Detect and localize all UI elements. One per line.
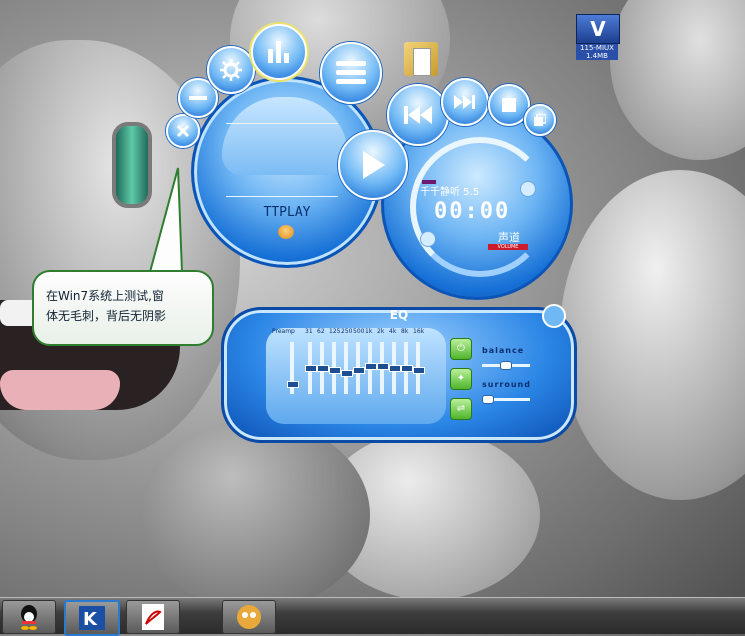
annotation-bubble: 在Win7系统上测试,窗 体无毛刺，背后无阴影: [32, 270, 214, 346]
eq-panel: EQ Preamp 31 62 125 250 500 1k 2k 4k 8k 16k ⏻ ✦ ⇌…: [221, 304, 577, 443]
eq-band-slider-16k-knob[interactable]: [413, 367, 425, 374]
eq-band-label: 16k: [413, 328, 425, 335]
taskbar: K: [0, 597, 745, 636]
eq-band-slider-125-knob[interactable]: [329, 367, 341, 374]
wallpaper-shape: [140, 420, 370, 597]
bubble-line-1: 在Win7系统上测试,窗: [46, 289, 164, 303]
settings-button[interactable]: [207, 46, 255, 94]
eq-band-slider-2k-knob[interactable]: [377, 363, 389, 370]
eq-band-slider-8k[interactable]: [401, 342, 413, 394]
equalizer-icon: [268, 41, 289, 63]
eq-band-slider-2k[interactable]: [377, 342, 389, 394]
bubble-line-2: 体无毛刺，背后无阴影: [46, 309, 167, 323]
previous-icon: [404, 106, 432, 124]
eq-band-label: 4k: [389, 328, 397, 335]
wallpaper-mascot-tongue: [0, 370, 120, 410]
eq-band-label: 250: [341, 328, 353, 335]
eq-preamp-slider-knob[interactable]: [287, 381, 299, 388]
ttplay-mascot-icon: [278, 225, 294, 239]
eq-preamp-label: Preamp: [272, 328, 295, 335]
vm-icon-caption: 115-MIUX 1.4MB: [576, 44, 618, 60]
eq-band-slider-16k[interactable]: [413, 342, 425, 394]
eq-band-slider-250[interactable]: [341, 342, 353, 394]
volume-label[interactable]: VOLUME: [488, 244, 528, 250]
ring-up-icon[interactable]: [520, 181, 536, 197]
eq-reset-button[interactable]: ⇌: [450, 398, 472, 420]
eq-band-slider-250-knob[interactable]: [341, 370, 353, 377]
surround-knob[interactable]: [482, 395, 494, 404]
surround-label: surround: [482, 380, 531, 389]
eq-band-slider-4k[interactable]: [389, 342, 401, 394]
play-icon: [363, 151, 385, 179]
vm-icon-glyph: V: [576, 14, 620, 44]
wallpaper-shape: [610, 0, 745, 160]
eq-band-slider-1k-knob[interactable]: [365, 363, 377, 370]
eq-band-slider-500[interactable]: [353, 342, 365, 394]
play-button[interactable]: [338, 130, 408, 200]
eq-band-label: 1k: [365, 328, 373, 335]
eq-band-slider-62-knob[interactable]: [317, 365, 329, 372]
bubble-tail: [148, 167, 184, 273]
eq-band-label: 2k: [377, 328, 385, 335]
channel-label[interactable]: 声道: [498, 229, 520, 245]
svg-text:K: K: [83, 609, 98, 630]
eq-band-slider-8k-knob[interactable]: [401, 365, 413, 372]
close-icon: [176, 124, 190, 138]
balance-knob[interactable]: [500, 361, 512, 370]
mini-mode-icon: [534, 114, 546, 126]
taskbar-item-pdf[interactable]: [126, 600, 180, 634]
next-icon: [454, 95, 475, 109]
eq-band-slider-31[interactable]: [305, 342, 317, 394]
next-button[interactable]: [441, 78, 489, 126]
eq-band-slider-31-knob[interactable]: [305, 365, 317, 372]
eq-band-slider-4k-knob[interactable]: [389, 365, 401, 372]
mini-mode-button[interactable]: [524, 104, 556, 136]
ttplay-icon: [237, 605, 261, 629]
qq-icon: [21, 605, 37, 630]
eq-preamp-slider[interactable]: [287, 342, 299, 394]
taskbar-item-kk[interactable]: K: [64, 600, 120, 636]
folder-desktop-icon[interactable]: [404, 42, 440, 82]
eq-band-label: 125: [329, 328, 341, 335]
eq-close-button[interactable]: [542, 304, 566, 328]
song-title: 千千静听 5.5: [420, 187, 480, 198]
minimize-icon: [189, 96, 207, 100]
eq-band-label: 31: [305, 328, 313, 335]
close-button[interactable]: [166, 114, 200, 148]
wallpaper-shape: [560, 170, 745, 500]
desktop-wallpaper: V 115-MIUX 1.4MB 在Win7系统上测试,窗 体无毛刺，背后无阴影…: [0, 0, 745, 597]
eq-band-label: 500: [353, 328, 365, 335]
ring-left-icon[interactable]: [420, 231, 436, 247]
playlist-button[interactable]: [320, 42, 382, 104]
kk-app-icon: K: [79, 606, 105, 630]
eq-band-label: 62: [317, 328, 325, 335]
eq-band-slider-125[interactable]: [329, 342, 341, 394]
playlist-icon: [336, 61, 366, 84]
eq-power-button[interactable]: ⏻: [450, 338, 472, 360]
eq-band-slider-500-knob[interactable]: [353, 367, 365, 374]
player-brand: TTPLAY: [263, 205, 311, 220]
stop-icon: [502, 98, 516, 112]
folder-icon: [404, 42, 438, 76]
eq-band-slider-62[interactable]: [317, 342, 329, 394]
eq-title: EQ: [389, 308, 409, 322]
taskbar-item-qq[interactable]: [2, 600, 56, 634]
taskbar-item-ttplay[interactable]: [222, 600, 276, 634]
eq-band-slider-1k[interactable]: [365, 342, 377, 394]
eq-preset-button[interactable]: ✦: [450, 368, 472, 390]
equalizer-toggle-button[interactable]: [251, 24, 307, 80]
previous-button[interactable]: [387, 84, 449, 146]
screen-line: [226, 123, 338, 124]
pdf-icon: [142, 604, 164, 630]
time-display: 00:00: [434, 199, 511, 224]
vm-desktop-icon[interactable]: V 115-MIUX 1.4MB: [576, 14, 620, 60]
balance-label: balance: [482, 346, 525, 355]
settings-icon: [220, 59, 242, 81]
eq-band-label: 8k: [401, 328, 409, 335]
screen-line: [226, 196, 338, 197]
visualizer-screen: [222, 97, 348, 175]
